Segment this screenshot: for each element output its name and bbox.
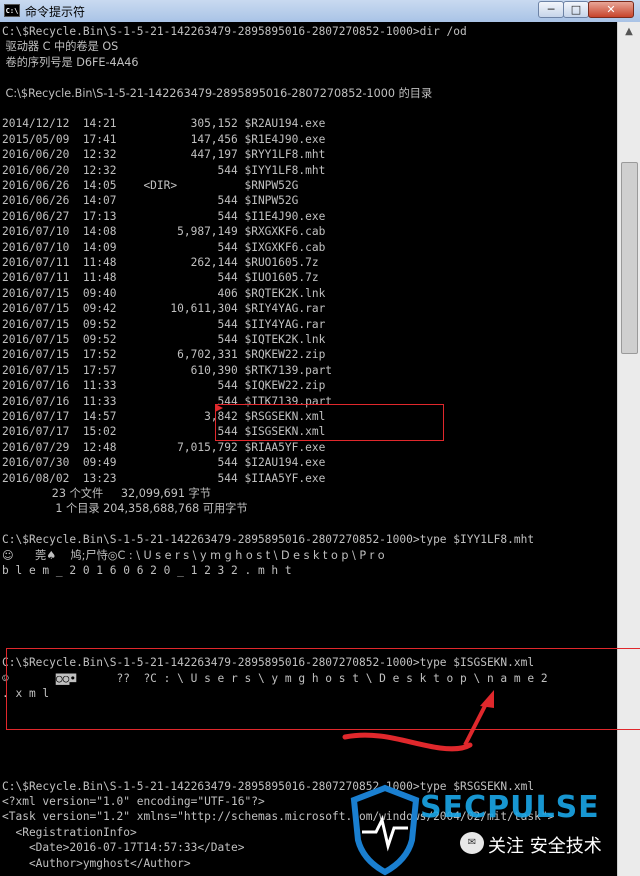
- console-line: 2016/07/10 14:08 5,987,149 $RXGXKF6.cab: [2, 225, 326, 239]
- console-line: 2016/07/29 12:48 7,015,792 $RIAA5YF.exe: [2, 440, 326, 454]
- watermark: SECPULSE ✉ 关注 安全技术: [350, 784, 640, 876]
- console-line: 2016/07/10 14:09 544 $IXGXKF6.cab: [2, 240, 326, 254]
- console-line: 2016/07/16 11:33 544 $IQKEW22.zip: [2, 379, 326, 393]
- watermark-brand: SECPULSE: [420, 790, 600, 825]
- scroll-up-icon[interactable]: ▲: [621, 24, 637, 40]
- scroll-thumb[interactable]: [621, 162, 638, 354]
- console-line: 23 个文件 32,099,691 字节: [2, 487, 211, 500]
- console-line: 2015/05/09 17:41 147,456 $R1E4J90.exe: [2, 132, 326, 146]
- console-line: <Date>2016-07-17T14:57:33</Date>: [2, 841, 245, 855]
- console-line: 2016/07/11 11:48 544 $IUO1605.7z: [2, 271, 319, 285]
- console-line: 2016/06/26 14:05 <DIR> $RNPW52G: [2, 179, 299, 192]
- minimize-button[interactable]: ─: [538, 1, 564, 18]
- close-button[interactable]: ✕: [588, 1, 634, 18]
- console-line: ☺ 莞♠ 鸠;尸恃◎C : \ U s e r s \ y m g h o s …: [2, 548, 385, 562]
- maximize-button[interactable]: □: [563, 1, 589, 18]
- watermark-subtitle: 关注 安全技术: [488, 836, 602, 857]
- console-line: C:\$Recycle.Bin\S-1-5-21-142263479-28958…: [2, 25, 467, 38]
- title-bar[interactable]: C:\ 命令提示符 ─ □ ✕: [0, 0, 640, 23]
- close-icon: ✕: [606, 3, 616, 16]
- console-output[interactable]: C:\$Recycle.Bin\S-1-5-21-142263479-28958…: [0, 22, 617, 876]
- console-line: 2014/12/12 14:21 305,152 $R2AU194.exe: [2, 117, 326, 131]
- console-line: 2016/08/02 13:23 544 $IIAA5YF.exe: [2, 471, 326, 485]
- console-line: C:\$Recycle.Bin\S-1-5-21-142263479-28958…: [2, 533, 535, 547]
- console-line: 2016/07/15 17:57 610,390 $RTK7139.part: [2, 363, 333, 377]
- console-line: b l e m _ 2 0 1 6 0 6 2 0 _ 1 2 3 2 . m …: [2, 564, 292, 577]
- console-line: 2016/06/20 12:32 544 $IYY1LF8.mht: [2, 163, 326, 177]
- annotation-box-files: [215, 404, 444, 441]
- window-title: 命令提示符: [25, 5, 86, 19]
- console-line: <RegistrationInfo>: [2, 825, 137, 839]
- maximize-icon: □: [570, 3, 582, 16]
- console-line: 驱动器 C 中的卷是 OS: [2, 40, 119, 54]
- minimize-icon: ─: [547, 3, 555, 16]
- console-line: 2016/07/30 09:49 544 $I2AU194.exe: [2, 456, 326, 470]
- cmd-icon: C:\: [4, 4, 20, 17]
- console-line: C:\$Recycle.Bin\S-1-5-21-142263479-28958…: [2, 86, 433, 100]
- console-line: 2016/06/20 12:32 447,197 $RYY1LF8.mht: [2, 148, 326, 162]
- console-line: 2016/06/26 14:07 544 $INPW52G: [2, 194, 299, 208]
- console-line: 2016/07/15 09:52 544 $IIY4YAG.rar: [2, 317, 326, 331]
- console-line: 2016/07/15 17:52 6,702,331 $RQKEW22.zip: [2, 348, 326, 362]
- wechat-icon: ✉: [460, 832, 484, 854]
- console-line: 卷的序列号是 D6FE-4A46: [2, 55, 139, 69]
- console-line: 2016/06/27 17:13 544 $I1E4J90.exe: [2, 209, 326, 223]
- console-line: <?xml version="1.0" encoding="UTF-16"?>: [2, 795, 265, 808]
- console-line: 2016/07/11 11:48 262,144 $RUO1605.7z: [2, 256, 319, 269]
- console-line: <Author>ymghost</Author>: [2, 856, 191, 870]
- shield-icon: [350, 784, 420, 876]
- console-line: 2016/07/15 09:52 544 $IQTEK2K.lnk: [2, 333, 326, 346]
- vertical-scrollbar[interactable]: ▲: [617, 22, 640, 876]
- console-line: 2016/07/15 09:42 10,611,304 $RIY4YAG.rar: [2, 302, 326, 316]
- console-line: 1 个目录 204,358,688,768 可用字节: [2, 502, 248, 516]
- console-line: 2016/07/15 09:40 406 $RQTEK2K.lnk: [2, 286, 326, 300]
- annotation-box-type-output: [6, 648, 640, 730]
